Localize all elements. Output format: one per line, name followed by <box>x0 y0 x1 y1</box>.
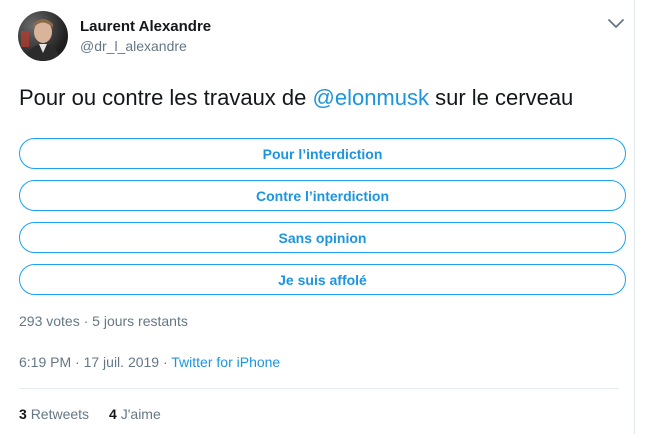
retweets-stat[interactable]: 3 Retweets <box>19 406 89 422</box>
likes-stat[interactable]: 4 J'aime <box>109 406 161 422</box>
poll-option-1[interactable]: Pour l’interdiction <box>19 138 626 169</box>
avatar-portrait <box>21 19 60 61</box>
poll: Pour l’interdiction Contre l’interdictio… <box>19 138 627 306</box>
poll-option-3[interactable]: Sans opinion <box>19 222 626 253</box>
tweet-header: Laurent Alexandre @dr_l_alexandre <box>18 10 211 62</box>
avatar[interactable] <box>18 11 68 61</box>
chevron-down-icon[interactable] <box>606 16 626 30</box>
tweet-text-after: sur le cerveau <box>429 85 574 110</box>
likes-count: 4 <box>109 406 117 422</box>
author-handle[interactable]: @dr_l_alexandre <box>80 38 211 54</box>
poll-option-4[interactable]: Je suis affolé <box>19 264 626 295</box>
tweet-text: Pour ou contre les travaux de @elonmusk … <box>19 84 573 112</box>
likes-label: J'aime <box>120 406 161 422</box>
source-link[interactable]: Twitter for iPhone <box>171 354 280 370</box>
divider <box>19 388 619 389</box>
tweet-text-before: Pour ou contre les travaux de <box>19 85 313 110</box>
author-names: Laurent Alexandre @dr_l_alexandre <box>80 18 211 54</box>
retweets-count: 3 <box>19 406 27 422</box>
timestamp-text[interactable]: 6:19 PM · 17 juil. 2019 · <box>19 354 171 370</box>
tweet-timestamp: 6:19 PM · 17 juil. 2019 · Twitter for iP… <box>19 354 280 370</box>
retweets-label: Retweets <box>30 406 90 422</box>
poll-meta: 293 votes · 5 jours restants <box>19 313 188 329</box>
tweet-card: Laurent Alexandre @dr_l_alexandre Pour o… <box>0 0 635 434</box>
tweet-stats: 3 Retweets 4 J'aime <box>19 406 161 422</box>
poll-option-2[interactable]: Contre l’interdiction <box>19 180 626 211</box>
author-display-name[interactable]: Laurent Alexandre <box>80 18 211 35</box>
mention-link[interactable]: @elonmusk <box>313 85 430 110</box>
